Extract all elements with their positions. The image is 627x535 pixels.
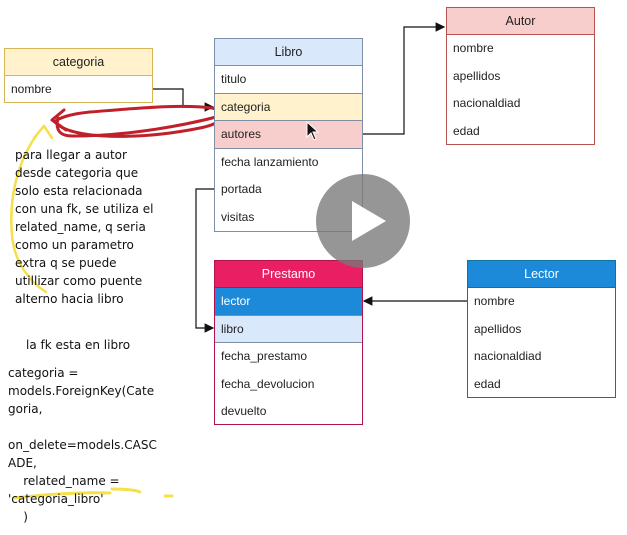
- entity-autor[interactable]: Autor nombre apellidos nacionaldiad edad: [446, 7, 595, 145]
- entity-prestamo-row-lector: lector: [215, 288, 362, 316]
- note-explanation: para llegar a autor desde categoria que …: [15, 148, 154, 306]
- entity-libro-row-fecha-lanzamiento: fecha lanzamiento: [221, 154, 319, 169]
- entity-lector-row-apellidos: apellidos: [474, 321, 522, 336]
- entity-categoria-title: categoria: [5, 49, 152, 76]
- play-icon: [352, 201, 386, 241]
- connector-categoria-libro: [152, 88, 215, 112]
- connector-libro-autor: [362, 22, 446, 135]
- entity-autor-row-nombre: nombre: [453, 41, 494, 55]
- entity-categoria-row-nombre: nombre: [11, 82, 52, 96]
- entity-lector[interactable]: Lector nombre apellidos nacionaldiad eda…: [467, 260, 616, 398]
- red-scribble-annotation: [53, 104, 225, 138]
- video-play-button[interactable]: [316, 174, 410, 268]
- connector-libro-prestamo: [195, 188, 215, 333]
- entity-lector-title: Lector: [468, 261, 615, 288]
- entity-libro-title: Libro: [215, 39, 362, 66]
- entity-prestamo-row-fecha-devolucion: fecha_devolucion: [221, 376, 315, 391]
- entity-prestamo-row-devuelto: devuelto: [221, 404, 267, 418]
- entity-lector-row-nacionaldiad: nacionaldiad: [474, 349, 542, 363]
- entity-prestamo-row-fecha-prestamo: fecha_prestamo: [221, 349, 308, 363]
- entity-autor-row-nacionaldiad: nacionaldiad: [453, 96, 521, 110]
- entity-lector-row-edad: edad: [474, 376, 501, 391]
- entity-libro-row-titulo: titulo: [215, 66, 362, 94]
- entity-lector-row-nombre: nombre: [474, 294, 515, 308]
- entity-autor-title: Autor: [447, 8, 594, 35]
- mouse-cursor-icon: [306, 121, 320, 141]
- entity-autor-row-edad: edad: [453, 123, 480, 138]
- entity-autor-row-apellidos: apellidos: [453, 68, 501, 83]
- note-fk-location: la fk esta en libro: [26, 338, 131, 352]
- note-code: categoria = models.ForeignKey(Cate goria…: [8, 366, 157, 524]
- entity-prestamo-row-libro: libro: [215, 315, 362, 343]
- entity-libro-row-categoria: categoria: [215, 93, 362, 121]
- entity-prestamo[interactable]: Prestamo lector libro fecha_prestamo fec…: [214, 260, 363, 425]
- entity-libro-row-autores: autores: [215, 121, 362, 149]
- entity-categoria[interactable]: categoria nombre: [4, 48, 153, 103]
